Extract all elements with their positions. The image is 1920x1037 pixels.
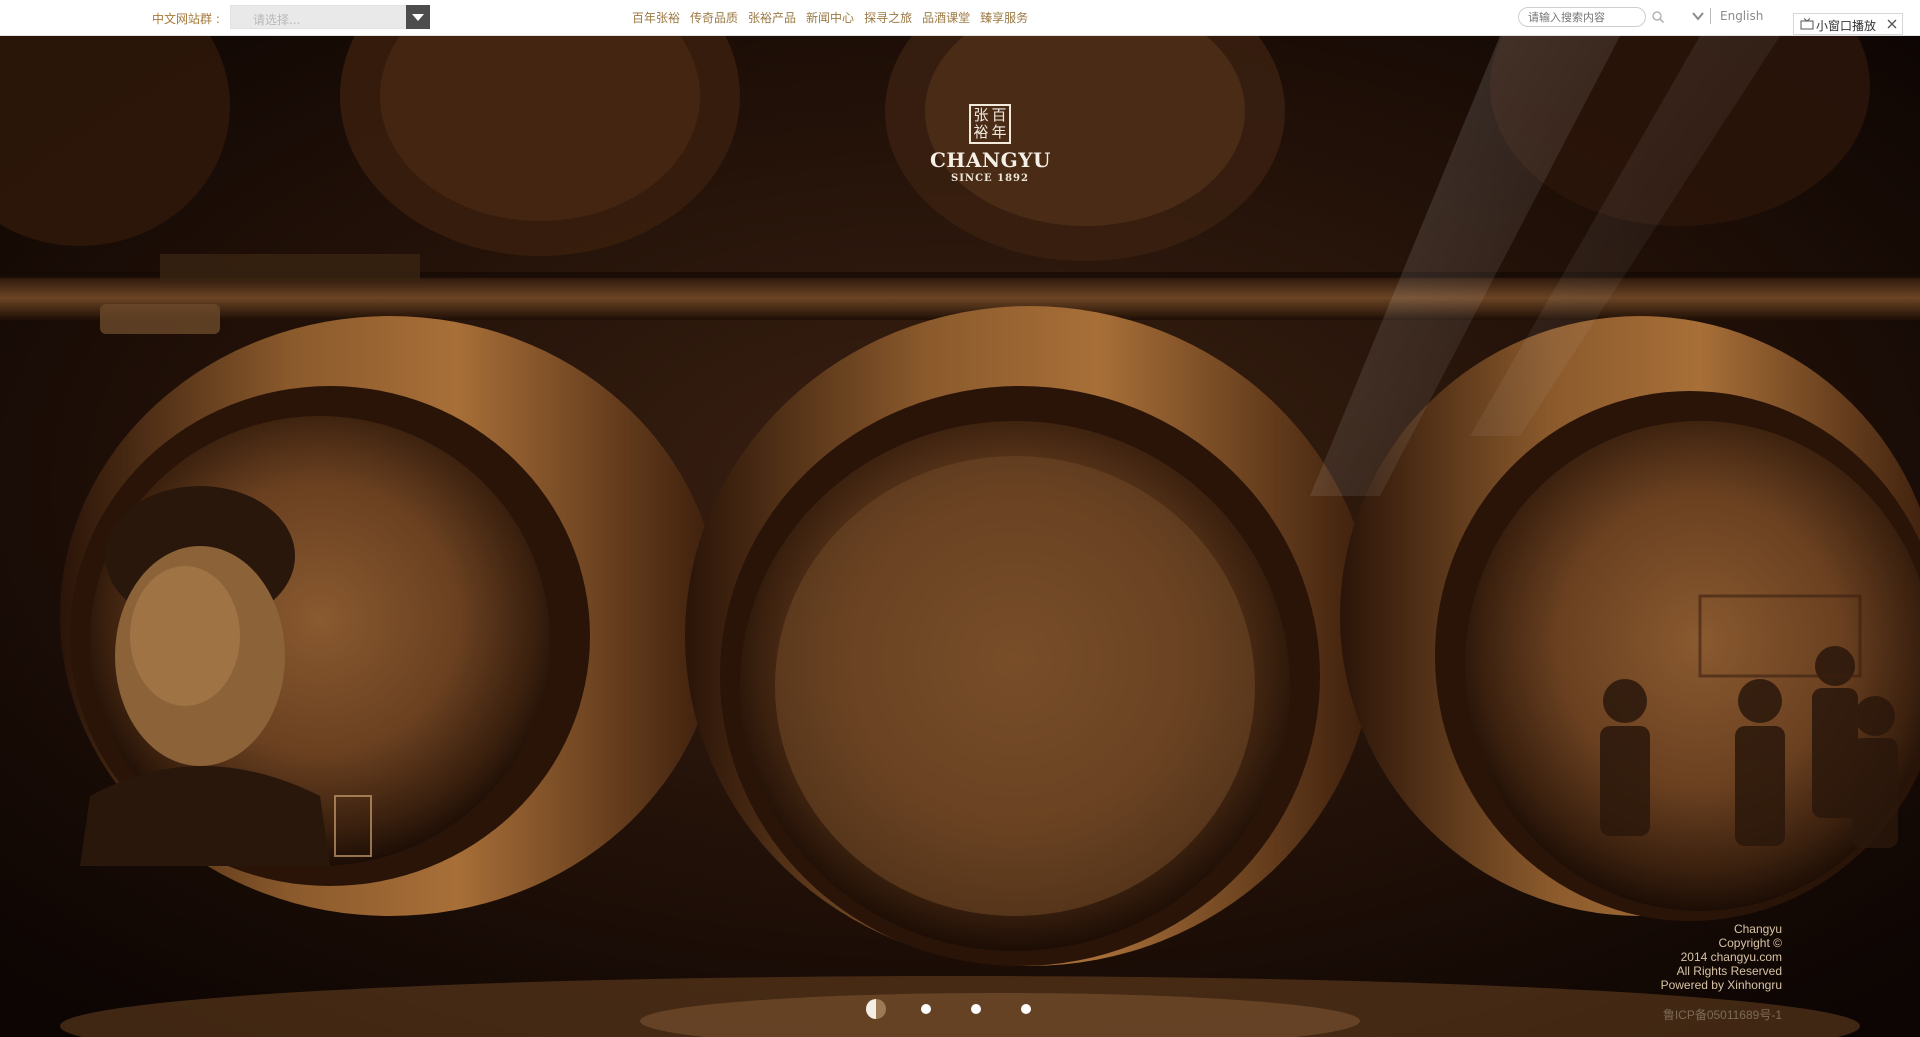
site-group-label: 中文网站群 :	[152, 12, 220, 26]
nav-item-tour[interactable]: 探寻之旅	[864, 9, 912, 26]
barrel-cellar-image	[0, 36, 1920, 1037]
footer-line: Copyright ©	[1718, 936, 1782, 950]
search-icon[interactable]	[1651, 10, 1665, 24]
footer-line: 2014 changyu.com	[1680, 950, 1782, 964]
left-barrel	[60, 316, 720, 916]
logo-wordmark: CHANGYU	[930, 148, 1051, 172]
main-nav: 百年张裕 传奇品质 张裕产品 新闻中心 探寻之旅 品酒课堂 臻享服务	[632, 9, 1028, 26]
copyright-info: Changyu Copyright © 2014 changyu.com All…	[1661, 922, 1782, 992]
icp-license[interactable]: 鲁ICP备05011689号-1	[1663, 1006, 1782, 1023]
tv-icon	[1800, 18, 1814, 30]
nav-item-wine-class[interactable]: 品酒课堂	[922, 9, 970, 26]
site-group-select[interactable]: 请选择...	[230, 5, 430, 29]
top-bar: 中文网站群 : 请选择... 百年张裕 传奇品质 张裕产品 新闻中心 探寻之旅 …	[0, 0, 1920, 36]
carousel-dot-2[interactable]	[921, 1004, 931, 1014]
search-input[interactable]	[1528, 10, 1638, 24]
nav-item-history[interactable]: 百年张裕	[632, 9, 680, 26]
site-select-placeholder: 请选择...	[253, 13, 301, 27]
footer-line: Powered by Xinhongru	[1660, 978, 1782, 992]
nav-item-products[interactable]: 张裕产品	[748, 9, 796, 26]
hero-banner: 张百裕年 CHANGYU SINCE 1892 Changyu Copyrigh…	[0, 36, 1920, 1037]
dropdown-arrow-icon[interactable]	[406, 5, 430, 29]
changyu-logo[interactable]: 张百裕年 CHANGYU SINCE 1892	[930, 104, 1050, 184]
footer-line: All Rights Reserved	[1676, 964, 1782, 978]
footer-line: Changyu	[1733, 922, 1782, 936]
nav-item-service[interactable]: 臻享服务	[980, 9, 1028, 26]
chevron-down-icon[interactable]	[1691, 9, 1705, 23]
logo-seal: 张百裕年	[969, 104, 1011, 144]
logo-since: SINCE 1892	[951, 173, 1029, 184]
search-box	[1518, 7, 1646, 27]
carousel-pager	[866, 999, 1071, 1019]
language-english-link[interactable]: English	[1720, 9, 1763, 23]
mini-player-button[interactable]: 小窗口播放	[1793, 13, 1903, 35]
divider	[1710, 8, 1711, 24]
mini-player-label: 小窗口播放	[1816, 19, 1877, 33]
carousel-dot-3[interactable]	[971, 1004, 981, 1014]
close-icon[interactable]	[1886, 18, 1898, 30]
nav-item-news[interactable]: 新闻中心	[806, 9, 854, 26]
carousel-dot-4[interactable]	[1021, 1004, 1031, 1014]
carousel-dot-1[interactable]	[866, 999, 886, 1019]
nav-item-quality[interactable]: 传奇品质	[690, 9, 738, 26]
center-barrel	[685, 306, 1375, 966]
